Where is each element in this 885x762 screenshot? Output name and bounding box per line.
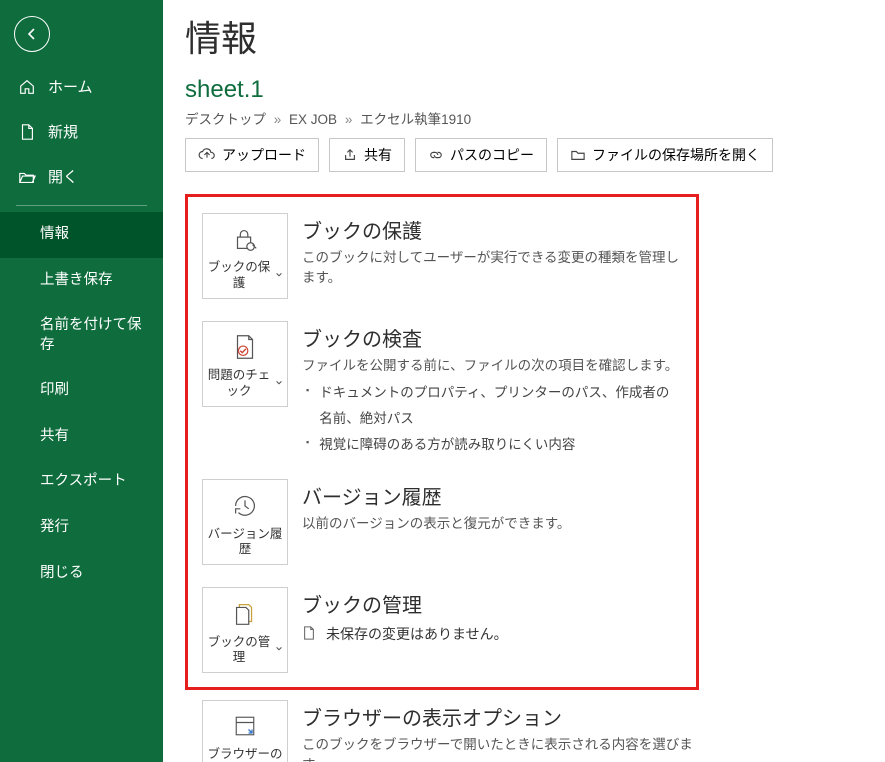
lock-icon [230, 224, 260, 254]
chevron-down-icon [275, 642, 283, 658]
back-arrow-icon [24, 26, 40, 42]
chevron-down-icon [275, 268, 283, 284]
inspect-list-item: 視覚に障碍のある方が読み取りにくい内容 [306, 432, 682, 458]
sub-close[interactable]: 閉じる [0, 551, 163, 597]
tile-label: バージョン履歴 [207, 527, 283, 558]
button-label: アップロード [222, 145, 306, 165]
protect-workbook-tile[interactable]: ブックの保護 [202, 213, 288, 299]
info-title: ブックの管理 [302, 589, 682, 618]
share-icon [342, 148, 358, 162]
link-icon [428, 148, 444, 162]
file-name: sheet.1 [185, 76, 885, 104]
info-desc: このブックに対してユーザーが実行できる変更の種類を管理します。 [302, 248, 682, 289]
sub-save-as[interactable]: 名前を付けて保存 [0, 303, 163, 368]
info-title: ブラウザーの表示オプション [302, 702, 699, 731]
button-label: パスのコピー [450, 145, 534, 165]
browser-icon [231, 712, 259, 740]
file-check-icon [230, 332, 260, 362]
cloud-upload-icon [198, 148, 216, 162]
sub-info[interactable]: 情報 [0, 212, 163, 258]
breadcrumb-sep: » [345, 112, 353, 127]
nav-open[interactable]: 開く [0, 154, 163, 199]
info-title: バージョン履歴 [302, 481, 682, 510]
info-manage: ブックの管理 ブックの管理 未保存の変更はありません。 [202, 587, 682, 673]
open-location-button[interactable]: ファイルの保存場所を開く [557, 138, 773, 172]
breadcrumb: デスクトップ » EX JOB » エクセル執筆1910 [185, 108, 885, 128]
upload-button[interactable]: アップロード [185, 138, 319, 172]
check-issues-tile[interactable]: 問題のチェック [202, 321, 288, 407]
sidebar-divider [16, 205, 147, 206]
nav-new[interactable]: 新規 [0, 109, 163, 154]
chevron-down-icon [275, 376, 283, 392]
history-icon [230, 491, 260, 521]
copy-path-button[interactable]: パスのコピー [415, 138, 547, 172]
share-button[interactable]: 共有 [329, 138, 405, 172]
inspect-list: ドキュメントのプロパティ、プリンターのパス、作成者の名前、絶対パス 視覚に障碍の… [302, 380, 682, 457]
info-browser: ブラウザーの ブラウザーの表示オプション このブックをブラウザーで開いたときに表… [185, 700, 699, 762]
button-label: ファイルの保存場所を開く [592, 145, 760, 165]
files-icon [230, 599, 260, 629]
main-content: 情報 sheet.1 デスクトップ » EX JOB » エクセル執筆1910 … [163, 0, 885, 762]
sidebar: ホーム 新規 開く 情報 上書き保存 名前を付けて保存 印刷 共有 エクスポート… [0, 0, 163, 762]
tile-label: ブラウザーの [207, 747, 282, 762]
folder-icon [570, 148, 586, 162]
sub-share[interactable]: 共有 [0, 414, 163, 460]
file-small-icon [302, 625, 316, 644]
nav-label: 新規 [48, 121, 78, 142]
breadcrumb-part[interactable]: エクセル執筆1910 [360, 112, 471, 127]
home-icon [18, 78, 36, 96]
sub-save[interactable]: 上書き保存 [0, 258, 163, 304]
button-label: 共有 [364, 145, 392, 165]
info-title: ブックの保護 [302, 215, 682, 244]
manage-note: 未保存の変更はありません。 [326, 624, 508, 644]
info-highlight-box: ブックの保護 ブックの保護 このブックに対してユーザーが実行できる変更の種類を管… [185, 194, 699, 690]
info-versions: バージョン履歴 バージョン履歴 以前のバージョンの表示と復元ができます。 [202, 479, 682, 565]
breadcrumb-part[interactable]: EX JOB [289, 112, 337, 127]
sub-print[interactable]: 印刷 [0, 368, 163, 414]
info-desc: 以前のバージョンの表示と復元ができます。 [302, 514, 682, 534]
browser-view-tile[interactable]: ブラウザーの [202, 700, 288, 762]
breadcrumb-part[interactable]: デスクトップ [185, 112, 266, 127]
nav-label: ホーム [48, 76, 93, 97]
info-inspect: 問題のチェック ブックの検査 ファイルを公開する前に、ファイルの次の項目を確認し… [202, 321, 682, 457]
tile-label: ブックの管理 [207, 635, 271, 666]
file-icon [18, 123, 36, 141]
info-protect: ブックの保護 ブックの保護 このブックに対してユーザーが実行できる変更の種類を管… [202, 213, 682, 299]
action-row: アップロード 共有 パスのコピー ファイルの保存場所を開く [185, 138, 885, 172]
info-title: ブックの検査 [302, 323, 682, 352]
back-button[interactable] [14, 16, 50, 52]
inspect-list-item: ドキュメントのプロパティ、プリンターのパス、作成者の名前、絶対パス [306, 380, 682, 431]
breadcrumb-sep: » [274, 112, 282, 127]
manage-workbook-tile[interactable]: ブックの管理 [202, 587, 288, 673]
nav-label: 開く [48, 166, 78, 187]
page-title: 情報 [185, 10, 885, 62]
info-desc: ファイルを公開する前に、ファイルの次の項目を確認します。 [302, 356, 682, 376]
info-desc: このブックをブラウザーで開いたときに表示される内容を選びます。 [302, 735, 699, 762]
tile-label: 問題のチェック [207, 368, 271, 399]
folder-open-icon [18, 168, 36, 186]
sub-export[interactable]: エクスポート [0, 459, 163, 505]
nav-home[interactable]: ホーム [0, 64, 163, 109]
sub-publish[interactable]: 発行 [0, 505, 163, 551]
version-history-tile[interactable]: バージョン履歴 [202, 479, 288, 565]
tile-label: ブックの保護 [207, 260, 271, 291]
